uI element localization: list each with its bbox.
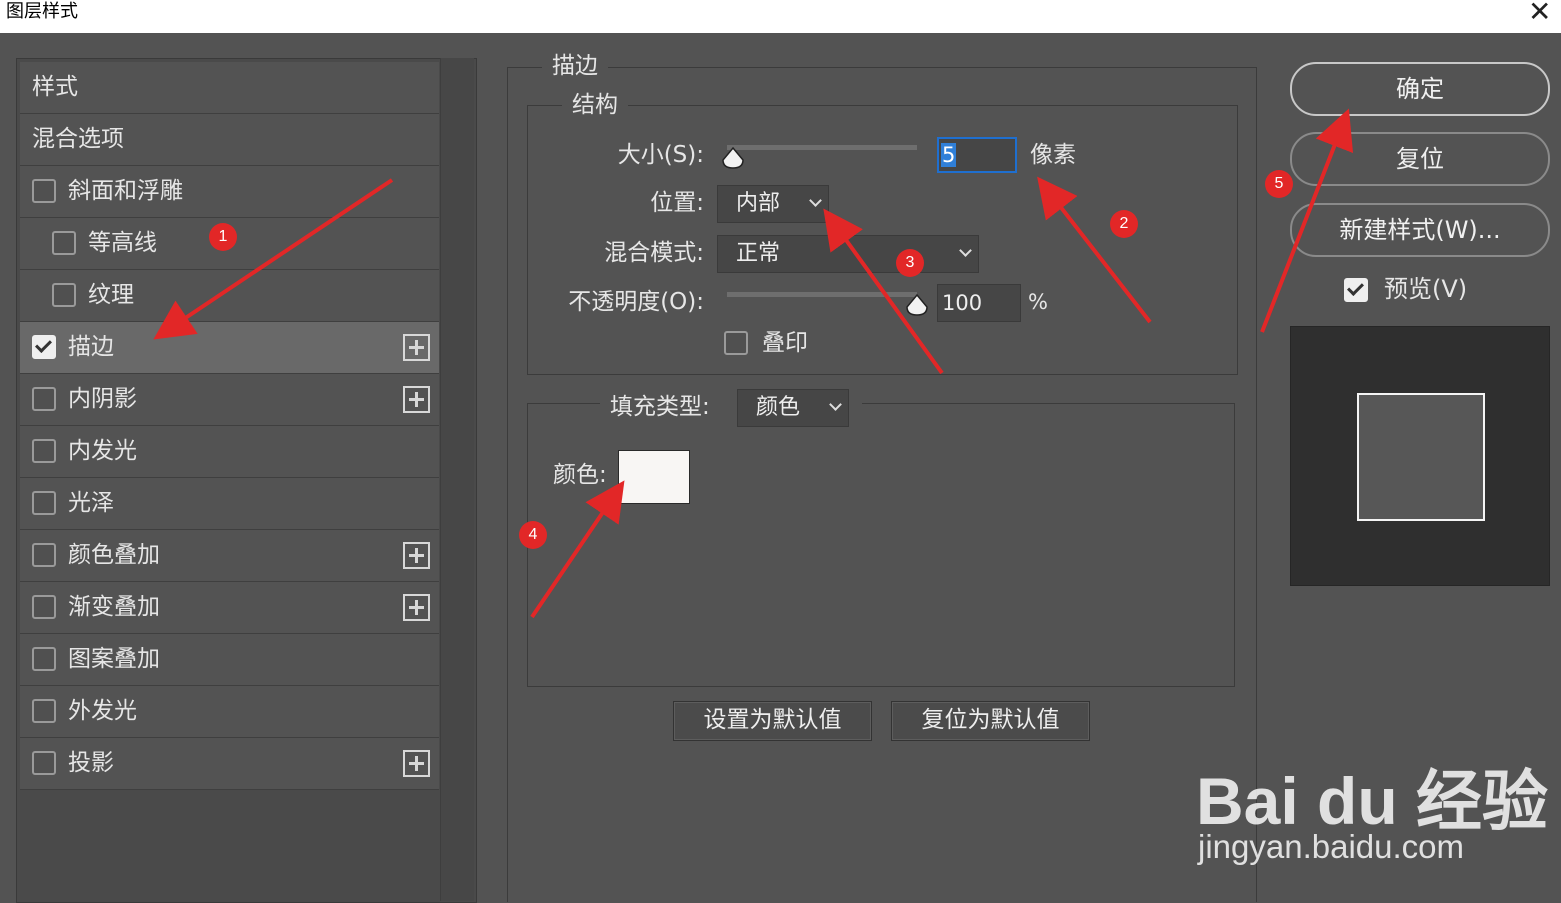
size-unit: 像素 — [1030, 142, 1076, 168]
style-item-inner-shadow[interactable]: 内阴影 — [20, 374, 439, 426]
position-dropdown[interactable]: 内部 — [717, 185, 829, 223]
opacity-unit: % — [1028, 290, 1048, 314]
add-color-overlay-icon[interactable] — [403, 542, 430, 569]
style-item-label: 内发光 — [68, 438, 137, 464]
make-default-button[interactable]: 设置为默认值 — [673, 701, 872, 741]
blend-options-label: 混合选项 — [32, 126, 124, 152]
stroke-checkbox[interactable] — [32, 335, 56, 359]
inner-shadow-checkbox[interactable] — [32, 387, 56, 411]
style-item-inner-glow[interactable]: 内发光 — [20, 426, 439, 478]
texture-checkbox[interactable] — [52, 283, 76, 307]
style-item-pattern-overlay[interactable]: 图案叠加 — [20, 634, 439, 686]
preview-thumbnail — [1357, 393, 1485, 521]
style-item-label: 等高线 — [88, 230, 157, 256]
add-inner-shadow-icon[interactable] — [403, 386, 430, 413]
fill-group — [527, 403, 1235, 687]
annotation-badge-4: 4 — [519, 521, 547, 549]
annotation-badge-2: 2 — [1110, 210, 1138, 238]
style-item-label: 内阴影 — [68, 386, 137, 412]
style-item-stroke[interactable]: 描边 — [20, 322, 439, 374]
close-icon[interactable]: ✕ — [1528, 0, 1551, 26]
opacity-input[interactable]: 100 — [937, 284, 1021, 322]
contour-checkbox[interactable] — [52, 231, 76, 255]
style-item-label: 纹理 — [88, 282, 134, 308]
styles-header[interactable]: 样式 — [20, 62, 439, 114]
overprint-label: 叠印 — [762, 330, 808, 356]
style-item-label: 外发光 — [68, 698, 137, 724]
pattern-overlay-checkbox[interactable] — [32, 647, 56, 671]
add-drop-shadow-icon[interactable] — [403, 750, 430, 777]
chevron-down-icon — [959, 244, 972, 257]
annotation-badge-5: 5 — [1265, 170, 1293, 198]
style-item-label: 斜面和浮雕 — [68, 178, 183, 204]
satin-checkbox[interactable] — [32, 491, 56, 515]
style-item-texture[interactable]: 纹理 — [20, 270, 439, 322]
blend-options-item[interactable]: 混合选项 — [20, 114, 439, 166]
chevron-down-icon — [809, 194, 822, 207]
style-item-bevel[interactable]: 斜面和浮雕 — [20, 166, 439, 218]
opacity-slider-thumb[interactable] — [905, 293, 929, 317]
blend-mode-label: 混合模式: — [604, 240, 704, 266]
size-label: 大小(S): — [617, 142, 704, 168]
opacity-slider[interactable] — [727, 292, 917, 297]
styles-list-scrollbar[interactable] — [440, 58, 474, 901]
outer-glow-checkbox[interactable] — [32, 699, 56, 723]
style-item-outer-glow[interactable]: 外发光 — [20, 686, 439, 738]
reset-default-button[interactable]: 复位为默认值 — [891, 701, 1090, 741]
add-gradient-overlay-icon[interactable] — [403, 594, 430, 621]
gradient-overlay-checkbox[interactable] — [32, 595, 56, 619]
style-item-label: 图案叠加 — [68, 646, 160, 672]
style-item-label: 描边 — [68, 334, 114, 360]
style-preview — [1290, 326, 1550, 586]
fill-type-dropdown[interactable]: 颜色 — [737, 389, 849, 427]
size-slider-thumb[interactable] — [721, 146, 745, 170]
size-value: 5 — [941, 143, 957, 167]
style-item-color-overlay[interactable]: 颜色叠加 — [20, 530, 439, 582]
color-label: 颜色: — [553, 462, 607, 488]
reset-button[interactable]: 复位 — [1290, 132, 1550, 186]
style-item-label: 渐变叠加 — [68, 594, 160, 620]
preview-label: 预览(V) — [1384, 275, 1468, 303]
styles-header-label: 样式 — [32, 74, 78, 100]
chevron-down-icon — [829, 398, 842, 411]
style-item-satin[interactable]: 光泽 — [20, 478, 439, 530]
position-value: 内部 — [736, 191, 781, 216]
fill-type-label: 填充类型: — [610, 394, 710, 420]
blend-mode-dropdown[interactable]: 正常 — [717, 235, 979, 273]
opacity-label: 不透明度(O): — [568, 289, 704, 315]
style-item-label: 光泽 — [68, 490, 114, 516]
inner-glow-checkbox[interactable] — [32, 439, 56, 463]
annotation-badge-1: 1 — [209, 223, 237, 251]
add-stroke-icon[interactable] — [403, 334, 430, 361]
annotation-badge-3: 3 — [896, 249, 924, 277]
new-style-button[interactable]: 新建样式(W)... — [1290, 203, 1550, 257]
window-title: 图层样式 — [6, 1, 78, 22]
ok-button[interactable]: 确定 — [1290, 62, 1550, 116]
baidu-watermark-url: jingyan.baidu.com — [1198, 828, 1464, 865]
style-item-gradient-overlay[interactable]: 渐变叠加 — [20, 582, 439, 634]
style-item-drop-shadow[interactable]: 投影 — [20, 738, 439, 790]
position-label: 位置: — [650, 190, 704, 216]
style-item-label: 颜色叠加 — [68, 542, 160, 568]
color-overlay-checkbox[interactable] — [32, 543, 56, 567]
size-input[interactable]: 5 — [937, 137, 1017, 173]
blend-mode-value: 正常 — [736, 241, 781, 266]
fill-type-value: 颜色 — [756, 395, 801, 420]
structure-title: 结构 — [562, 90, 628, 120]
drop-shadow-checkbox[interactable] — [32, 751, 56, 775]
color-swatch[interactable] — [618, 450, 690, 504]
title-bar: 图层样式 ✕ — [0, 0, 1561, 33]
opacity-value: 100 — [942, 291, 983, 315]
bevel-checkbox[interactable] — [32, 179, 56, 203]
preview-checkbox[interactable] — [1344, 278, 1368, 302]
size-slider[interactable] — [727, 145, 917, 150]
stroke-section-title: 描边 — [542, 51, 608, 81]
style-item-label: 投影 — [68, 750, 114, 776]
overprint-checkbox[interactable] — [724, 331, 748, 355]
